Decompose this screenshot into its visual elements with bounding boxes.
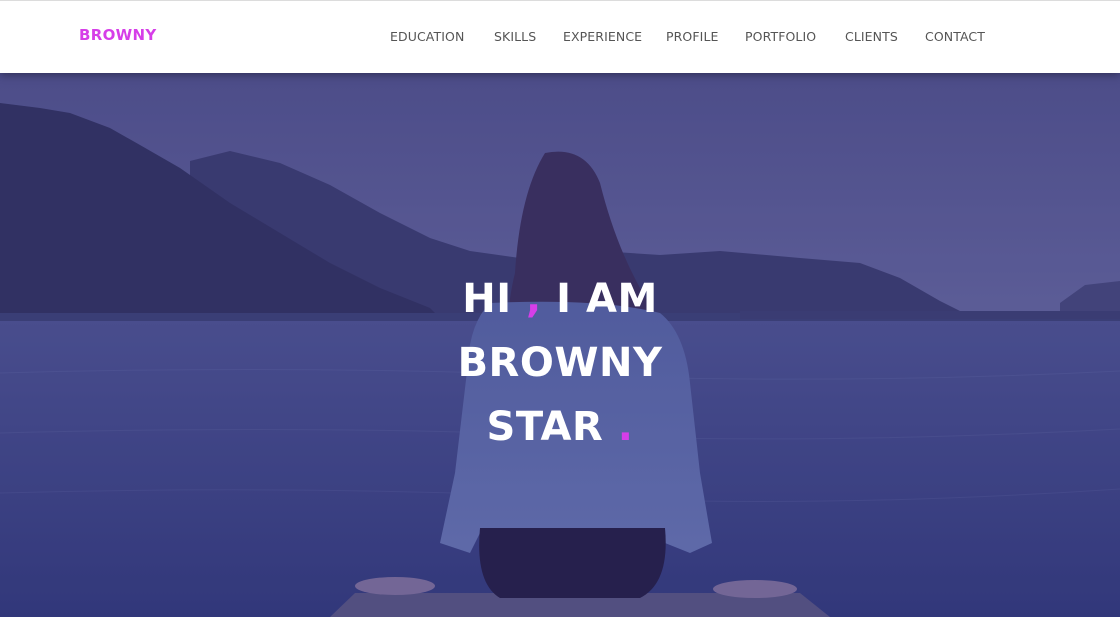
headline-i-am: I AM	[556, 276, 658, 322]
headline-line-1: HI , I AM	[0, 267, 1120, 331]
top-navbar: BROWNY EDUCATION SKILLS EXPERIENCE PROFI…	[0, 0, 1120, 73]
main-menu: EDUCATION SKILLS EXPERIENCE PROFILE PORT…	[0, 29, 1120, 49]
nav-skills[interactable]: SKILLS	[494, 29, 536, 44]
nav-profile[interactable]: PROFILE	[666, 29, 719, 44]
headline-accent-comma: ,	[526, 276, 542, 322]
nav-contact[interactable]: CONTACT	[925, 29, 985, 44]
nav-education[interactable]: EDUCATION	[390, 29, 464, 44]
headline-line-2: BROWNY	[457, 340, 663, 386]
headline-hi: HI	[462, 276, 512, 322]
hero-section: HI , I AM BROWNY STAR .	[0, 73, 1120, 617]
headline-line-3: STAR .	[0, 395, 1120, 459]
nav-experience[interactable]: EXPERIENCE	[563, 29, 642, 44]
nav-clients[interactable]: CLIENTS	[845, 29, 898, 44]
headline-star: STAR	[486, 404, 604, 450]
hero-headline: HI , I AM BROWNY STAR .	[0, 267, 1120, 459]
headline-accent-dot: .	[617, 404, 634, 450]
nav-portfolio[interactable]: PORTFOLIO	[745, 29, 816, 44]
